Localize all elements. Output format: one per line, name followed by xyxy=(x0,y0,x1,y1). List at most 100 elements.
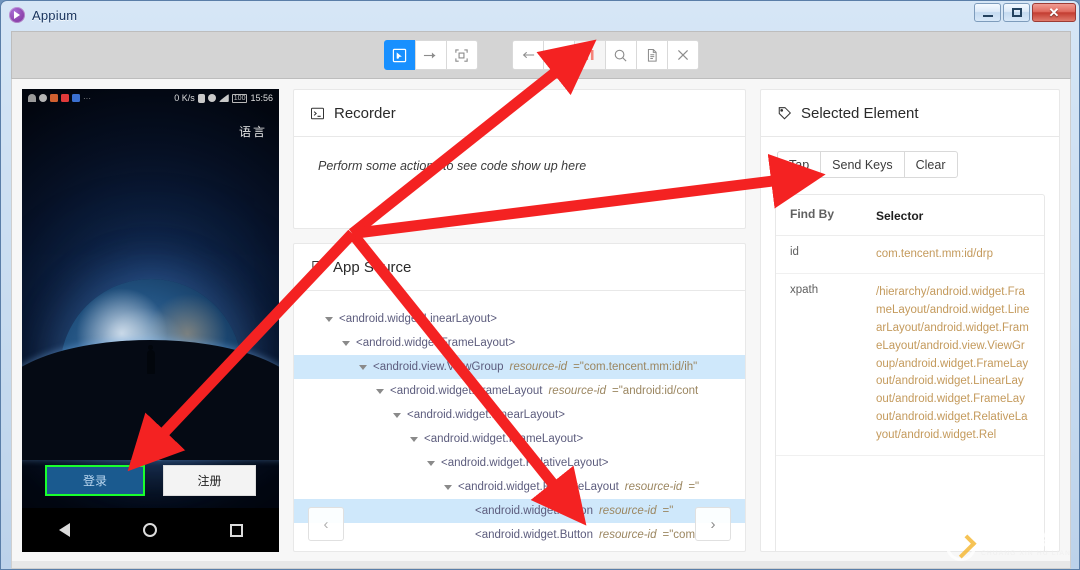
recorder-body: Perform some actions to see code show up… xyxy=(294,137,745,228)
tree-caret-icon[interactable] xyxy=(427,460,435,466)
tree-node-tag: <android.widget.FrameLayout> xyxy=(424,433,584,445)
device-login-button[interactable]: 登录 xyxy=(45,465,145,496)
signal-icon xyxy=(218,94,229,102)
swipe-button[interactable] xyxy=(414,40,447,70)
player-app-icon xyxy=(72,94,80,102)
tree-node[interactable]: <android.widget.RelativeLayout resource-… xyxy=(294,475,745,499)
tree-node-attr-value: ="com.tencent.mm:id/ih" xyxy=(573,361,698,373)
tree-caret-icon[interactable] xyxy=(444,484,452,490)
tree-scroll-left-button[interactable]: ‹ xyxy=(308,507,344,541)
element-action-send-keys-button[interactable]: Send Keys xyxy=(820,151,905,178)
tree-node[interactable]: <android.widget.LinearLayout> xyxy=(294,307,745,331)
minimize-button[interactable] xyxy=(974,3,1001,22)
tree-node[interactable]: <android.widget.LinearLayout> xyxy=(294,403,745,427)
camera-app-icon xyxy=(50,94,58,102)
cell-selector[interactable]: /hierarchy/android.widget.FrameLayout/an… xyxy=(876,284,1030,444)
tree-caret-icon[interactable] xyxy=(376,388,384,394)
tree-node[interactable]: <android.widget.RelativeLayout> xyxy=(294,451,745,475)
watermark: 创新互联 CHUANG XIN HU LIAN xyxy=(946,531,1071,561)
tree-node-tag: <android.widget.FrameLayout xyxy=(390,385,543,397)
recents-square-icon[interactable] xyxy=(229,523,243,537)
element-selectors-table: Find By Selector id com.tencent.mm:id/drp… xyxy=(775,194,1045,551)
cell-selector[interactable]: com.tencent.mm:id/drp xyxy=(876,246,1030,264)
copy-source-button[interactable] xyxy=(635,40,668,70)
appium-window: Appium ✕ ··· 0 K/s 100 15:56 语言 登录 注册 Re… xyxy=(0,0,1080,570)
home-circle-icon[interactable] xyxy=(142,523,157,537)
language-link[interactable]: 语言 xyxy=(239,123,267,140)
tree-node-attr-value: ="com xyxy=(662,529,696,541)
refresh-source-button[interactable] xyxy=(542,40,575,70)
tree-node-tag: <android.view.ViewGroup xyxy=(373,361,504,373)
element-action-clear-button[interactable]: Clear xyxy=(903,151,958,178)
element-action-buttons: Tap Send Keys Clear xyxy=(761,137,1059,184)
right-column: Selected Element Tap Send Keys Clear Find … xyxy=(760,89,1060,552)
tree-node-attr: resource-id xyxy=(598,529,657,541)
tag-icon xyxy=(778,106,792,119)
tree-caret-icon[interactable] xyxy=(410,436,418,442)
device-screenshot[interactable]: ··· 0 K/s 100 15:56 语言 登录 注册 xyxy=(22,89,279,552)
arrow-left-icon xyxy=(522,51,534,59)
toolbar-left-group xyxy=(383,40,478,70)
app-source-body[interactable]: <android.widget.LinearLayout> <android.wi… xyxy=(294,291,745,551)
device-status-bar: ··· 0 K/s 100 15:56 xyxy=(22,89,279,107)
inspector-toolbar xyxy=(11,31,1071,79)
device-navigation-bar xyxy=(22,508,279,552)
tree-node-attr: resource-id xyxy=(624,481,683,493)
search-icon xyxy=(614,49,627,62)
restore-icon xyxy=(1011,8,1022,17)
tree-node-attr: resource-id xyxy=(598,505,657,517)
source-tree[interactable]: <android.widget.LinearLayout> <android.wi… xyxy=(294,291,745,547)
tree-node[interactable]: <android.widget.Button resource-id =" xyxy=(294,499,745,523)
tree-node-tag: <android.widget.RelativeLayout xyxy=(458,481,619,493)
tree-node-tag: <android.widget.FrameLayout> xyxy=(356,337,516,349)
tree-node[interactable]: <android.widget.FrameLayout> xyxy=(294,427,745,451)
tree-node[interactable]: <android.widget.Button resource-id ="com xyxy=(294,523,745,547)
appium-logo-icon xyxy=(9,7,25,23)
tap-by-coordinates-button[interactable] xyxy=(445,40,478,70)
select-element-button[interactable] xyxy=(383,40,416,70)
title-bar: Appium ✕ xyxy=(1,1,1079,29)
tree-caret-icon[interactable] xyxy=(393,412,401,418)
main-content: ··· 0 K/s 100 15:56 语言 登录 注册 Recorder Pe… xyxy=(11,79,1071,563)
tree-node-attr-value: =" xyxy=(688,481,700,493)
minimize-icon xyxy=(982,14,993,17)
close-x-icon xyxy=(677,49,688,61)
tree-caret-icon[interactable] xyxy=(325,316,333,322)
close-button[interactable]: ✕ xyxy=(1032,3,1076,22)
back-button[interactable] xyxy=(511,40,544,70)
selected-element-title: Selected Element xyxy=(801,104,919,122)
media-app-icon xyxy=(61,94,69,102)
quit-session-button[interactable] xyxy=(666,40,699,70)
tree-node-attr: resource-id xyxy=(548,385,606,397)
tree-caret-icon[interactable] xyxy=(342,340,350,346)
tree-node[interactable]: <android.view.ViewGroup resource-id ="com… xyxy=(294,355,745,379)
pause-icon xyxy=(585,50,594,60)
tree-node[interactable]: <android.widget.FrameLayout resource-id =… xyxy=(294,379,745,403)
tree-node-tag: <android.widget.Button xyxy=(475,505,593,517)
file-copy-icon xyxy=(647,48,657,62)
tree-node[interactable] xyxy=(294,297,745,307)
notification-icon xyxy=(28,94,36,102)
status-overflow: ··· xyxy=(83,93,91,103)
device-register-button[interactable]: 注册 xyxy=(163,465,256,496)
back-triangle-icon[interactable] xyxy=(58,523,70,537)
tree-node-attr-value: ="android:id/cont xyxy=(612,385,699,397)
tree-node-tag: <android.widget.Button xyxy=(475,529,593,541)
app-source-panel: App Source <android.widget.LinearLayout>… xyxy=(293,243,746,552)
watermark-en: CHUANG XIN HU LIAN xyxy=(981,549,1071,557)
cell-find-by: xpath xyxy=(790,284,819,297)
arrow-right-icon xyxy=(423,52,436,58)
restore-button[interactable] xyxy=(1003,3,1030,22)
table-row: id com.tencent.mm:id/drp xyxy=(776,236,1044,275)
tree-node[interactable]: <android.widget.FrameLayout> xyxy=(294,331,745,355)
pause-recording-button[interactable] xyxy=(573,40,606,70)
element-action-tap-button[interactable]: Tap xyxy=(777,151,822,178)
tree-scroll-right-button[interactable]: › xyxy=(695,507,731,541)
document-icon xyxy=(312,260,322,274)
tree-node-tag: <android.widget.LinearLayout> xyxy=(407,409,565,421)
person-silhouette-icon xyxy=(146,345,155,374)
toolbar-right-group xyxy=(511,40,699,70)
table-body: id com.tencent.mm:id/drp xpath/hierarchy/a… xyxy=(776,236,1044,456)
tree-caret-icon[interactable] xyxy=(359,364,367,370)
search-element-button[interactable] xyxy=(604,40,637,70)
